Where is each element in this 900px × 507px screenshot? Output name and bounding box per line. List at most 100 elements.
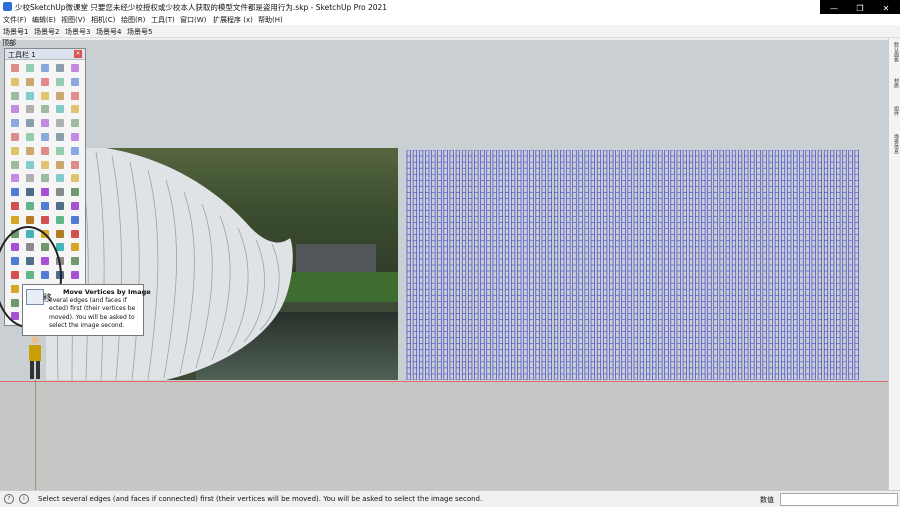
status-bar: ? i Select several edges (and faces if c… [0, 490, 900, 507]
status-text: Select several edges (and faces if conne… [38, 495, 483, 503]
ground [0, 382, 888, 490]
toolbar-tool-icon[interactable] [54, 62, 66, 74]
model-viewport[interactable] [0, 40, 888, 490]
green-axis-line [35, 380, 36, 490]
toolbar-tool-icon[interactable] [24, 214, 36, 226]
vertex-grid[interactable] [406, 150, 860, 380]
help-icon[interactable]: ? [4, 494, 14, 504]
toolbar-tool-icon[interactable] [24, 145, 36, 157]
toolbar-tool-icon[interactable] [54, 200, 66, 212]
toolbar-tool-icon[interactable] [9, 159, 21, 171]
toolbar-tool-icon[interactable] [39, 76, 51, 88]
toolbar-tool-icon[interactable] [39, 90, 51, 102]
title-bar: 少校SketchUp微课堂 只要您未经少校授权或少校本人获取的模型文件都是盗用行… [0, 0, 900, 14]
toolbar-tool-icon[interactable] [69, 214, 81, 226]
reference-photo[interactable] [46, 148, 398, 380]
toolbar-tool-icon[interactable] [54, 103, 66, 115]
toolbar-tool-icon[interactable] [9, 117, 21, 129]
toolbar-tool-icon[interactable] [54, 76, 66, 88]
toolbar-tool-icon[interactable] [69, 255, 81, 267]
toolbar-tool-icon[interactable] [9, 145, 21, 157]
toolbar-tool-icon[interactable] [24, 200, 36, 212]
menu-tools[interactable]: 工具(T) [151, 15, 175, 25]
toolbar-tool-icon[interactable] [39, 62, 51, 74]
toolbar-tool-icon[interactable] [69, 228, 81, 240]
tray-tab-scene-info[interactable]: 场景信息 [890, 134, 900, 164]
toolbar-tool-icon[interactable] [69, 145, 81, 157]
toolbar-tool-icon[interactable] [39, 103, 51, 115]
scene-tab-4[interactable]: 场景号4 [96, 27, 121, 37]
toolbar-tool-icon[interactable] [9, 131, 21, 143]
toolbar-tool-icon[interactable] [9, 172, 21, 184]
toolbar-tool-icon[interactable] [9, 76, 21, 88]
toolbar-tool-icon[interactable] [39, 186, 51, 198]
scene-tab-5[interactable]: 场景号5 [127, 27, 152, 37]
menu-edit[interactable]: 编辑(E) [32, 15, 56, 25]
toolbar-tool-icon[interactable] [9, 103, 21, 115]
toolbar-tool-icon[interactable] [69, 241, 81, 253]
toolbar-tool-icon[interactable] [54, 186, 66, 198]
toolbar-tool-icon[interactable] [54, 228, 66, 240]
toolbar-tool-icon[interactable] [54, 90, 66, 102]
toolbar-tool-icon[interactable] [24, 172, 36, 184]
menu-window[interactable]: 窗口(W) [180, 15, 206, 25]
toolbar-tool-icon[interactable] [54, 117, 66, 129]
wave-sculpture [46, 148, 293, 380]
toolbar-tool-icon[interactable] [24, 117, 36, 129]
tray-tab-default[interactable]: 默认面板 [890, 42, 900, 72]
menu-file[interactable]: 文件(F) [3, 15, 27, 25]
menu-view[interactable]: 视图(V) [61, 15, 85, 25]
menu-extensions[interactable]: 扩展程序 (x) [213, 15, 253, 25]
toolbar-tool-icon[interactable] [54, 145, 66, 157]
toolbar-tool-icon[interactable] [39, 172, 51, 184]
toolbar-tool-icon[interactable] [39, 200, 51, 212]
toolbar-tool-icon[interactable] [69, 159, 81, 171]
toolbar-tool-icon[interactable] [9, 186, 21, 198]
info-icon[interactable]: i [19, 494, 29, 504]
toolbar-tool-icon[interactable] [39, 145, 51, 157]
toolbar-tool-icon[interactable] [69, 200, 81, 212]
toolbar-tool-icon[interactable] [39, 214, 51, 226]
scene-tab-2[interactable]: 场景号2 [34, 27, 59, 37]
toolbar-tool-icon[interactable] [69, 269, 81, 281]
toolbar-tool-icon[interactable] [69, 103, 81, 115]
window-title: 少校SketchUp微课堂 只要您未经少校授权或少校本人获取的模型文件都是盗用行… [15, 3, 388, 12]
measurements-input[interactable] [780, 493, 898, 506]
toolbar-tool-icon[interactable] [69, 172, 81, 184]
view-label: 顶部 [2, 39, 16, 47]
toolbar-tool-icon[interactable] [39, 159, 51, 171]
toolbar-tool-icon[interactable] [54, 159, 66, 171]
toolbar-tool-icon[interactable] [24, 76, 36, 88]
scene-tab-3[interactable]: 场景号3 [65, 27, 91, 37]
toolbar-tool-icon[interactable] [24, 90, 36, 102]
toolbar-tool-icon[interactable] [39, 117, 51, 129]
menu-help[interactable]: 帮助(H) [258, 15, 283, 25]
menu-camera[interactable]: 相机(C) [91, 15, 115, 25]
toolbar-close-icon[interactable]: × [74, 50, 82, 58]
toolbar-tool-icon[interactable] [9, 90, 21, 102]
toolbar-tool-icon[interactable] [69, 76, 81, 88]
toolbar-tool-icon[interactable] [69, 90, 81, 102]
toolbar-tool-icon[interactable] [24, 62, 36, 74]
toolbar-tool-icon[interactable] [69, 117, 81, 129]
toolbar-tool-icon[interactable] [9, 214, 21, 226]
toolbar-tool-icon[interactable] [24, 159, 36, 171]
toolbar-tool-icon[interactable] [54, 214, 66, 226]
toolbar-tool-icon[interactable] [24, 131, 36, 143]
toolbar-tool-icon[interactable] [69, 62, 81, 74]
toolbar-tool-icon[interactable] [39, 131, 51, 143]
toolbar-tool-icon[interactable] [9, 62, 21, 74]
menu-bar: 文件(F) 编辑(E) 视图(V) 相机(C) 绘图(R) 工具(T) 窗口(W… [0, 14, 900, 25]
toolbar-header[interactable]: 工具栏 1 × [5, 49, 85, 60]
toolbar-tool-icon[interactable] [54, 131, 66, 143]
toolbar-tool-icon[interactable] [54, 172, 66, 184]
toolbar-tool-icon[interactable] [69, 131, 81, 143]
scene-tab-1[interactable]: 场景号1 [3, 27, 28, 37]
tray-tab-materials[interactable]: 材质 [890, 78, 900, 94]
toolbar-tool-icon[interactable] [69, 186, 81, 198]
tray-tab-components[interactable]: 组件 [890, 106, 900, 122]
toolbar-tool-icon[interactable] [24, 186, 36, 198]
toolbar-tool-icon[interactable] [9, 200, 21, 212]
menu-draw[interactable]: 绘图(R) [121, 15, 145, 25]
toolbar-tool-icon[interactable] [24, 103, 36, 115]
